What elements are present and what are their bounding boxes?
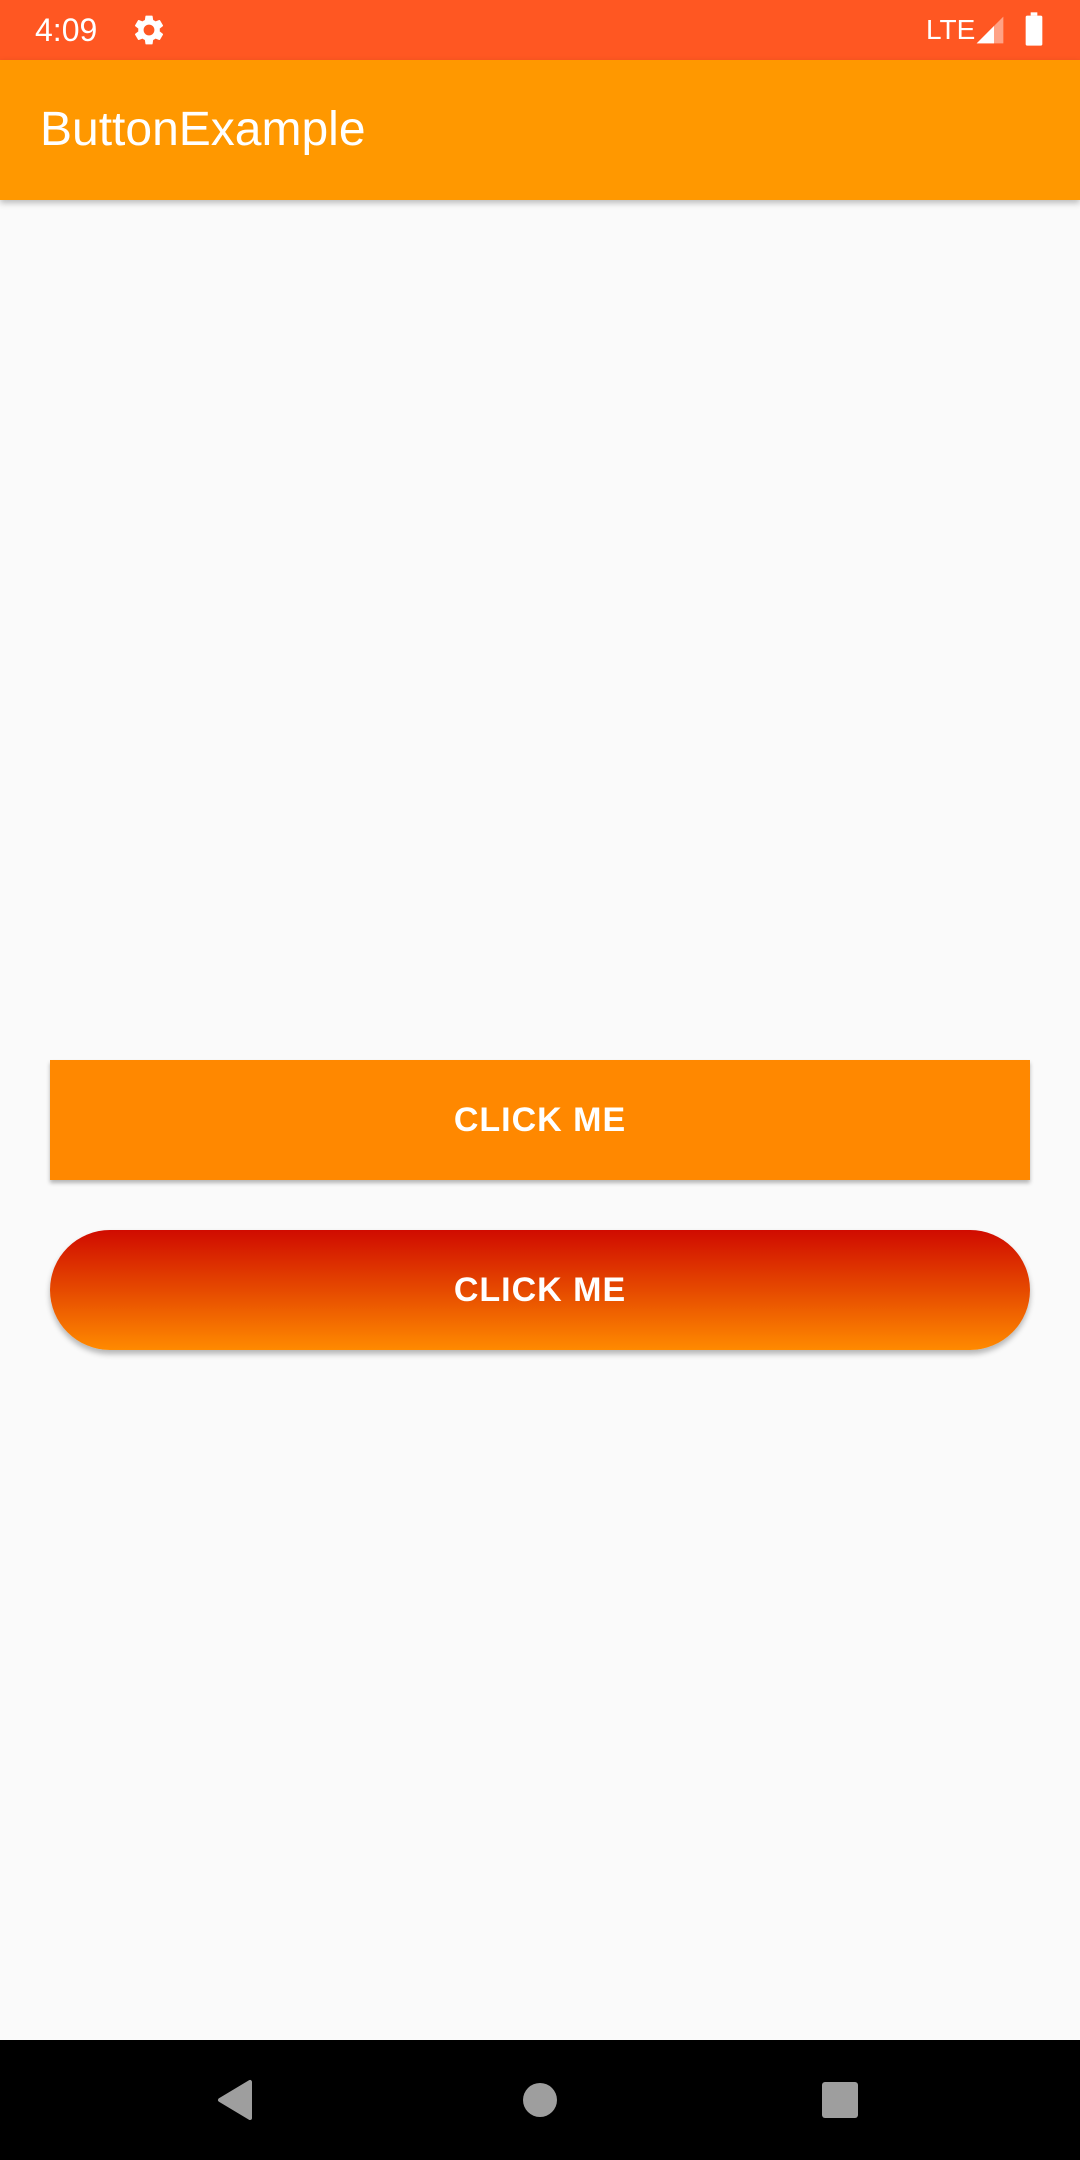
gear-icon [135, 15, 164, 45]
back-icon[interactable] [208, 2070, 268, 2130]
network-type-label: LTE [926, 14, 976, 45]
app-bar: ButtonExample [0, 60, 1080, 200]
click-me-button[interactable]: CLICK ME [50, 1060, 1030, 1180]
status-bar: 4:09 LTE [0, 0, 1080, 60]
main-content: CLICK ME CLICK ME [0, 200, 1080, 2040]
signal-icon [976, 16, 1004, 44]
home-icon[interactable] [510, 2070, 570, 2130]
click-me-gradient-button[interactable]: CLICK ME [50, 1230, 1030, 1350]
battery-icon [1025, 12, 1043, 46]
screen: 4:09 LTE ButtonExample CLICK ME CLICK ME [0, 0, 1080, 2160]
app-title: ButtonExample [40, 103, 366, 156]
status-time: 4:09 [35, 12, 98, 48]
navigation-bar [0, 2040, 1080, 2160]
recents-icon[interactable] [810, 2070, 870, 2130]
